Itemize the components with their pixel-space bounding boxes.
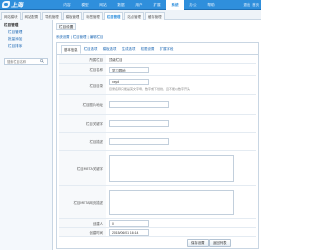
edit-category-panel: 基本信息 栏目选项 模板选项 生成选项 权限设置 扩展字段 所属栏目 顶级栏目 …: [56, 42, 259, 249]
tab-category-manage[interactable]: 栏目管理: [103, 12, 124, 20]
app-logo[interactable]: 上海: [2, 1, 48, 9]
tab-cache-manage[interactable]: 缓存管理: [144, 12, 165, 20]
meta-description-textarea[interactable]: [109, 190, 234, 215]
parent-value: 顶级栏目: [109, 57, 123, 62]
main-content: 栏目设置 系统设置 | 栏目管理 | 编辑栏目 基本信息 栏目选项 模板选项 生…: [54, 20, 261, 250]
top-nav-site[interactable]: 网站: [94, 0, 112, 10]
dir-input[interactable]: [109, 79, 149, 85]
form-row-image: 栏目图片地址: [59, 95, 256, 115]
top-nav-user[interactable]: 用户: [130, 0, 148, 10]
panel-tab-template[interactable]: 模板选项: [101, 45, 119, 54]
back-to-list-button[interactable]: 返回列表: [209, 239, 231, 247]
image-label: 栏目图片地址: [59, 95, 106, 114]
tab-site-manage[interactable]: 站点管理: [124, 12, 144, 20]
form-row-parent: 所属栏目 顶级栏目: [59, 55, 256, 64]
secondary-tab-bar: 网站模块 网站配置 导航管理 模板管理 标签管理 栏目管理 站点管理 缓存管理: [0, 10, 261, 20]
tab-template-manage[interactable]: 模板管理: [62, 12, 83, 20]
parent-label: 所属栏目: [59, 55, 106, 63]
logo-icon: [2, 1, 10, 8]
meta-description-label: 栏目META网页描述: [59, 186, 106, 218]
home-link[interactable]: 首页: [252, 0, 259, 10]
top-nav-menu: 内容 模型 网站 数据 用户 扩展 系统 办公 帮助: [58, 0, 220, 10]
form-row-dir: 栏目目录 目录名称只能是英文字母、数字或下划线，且不能以数字开头: [59, 76, 256, 95]
logo-text: 上海: [11, 2, 24, 9]
top-nav-extend[interactable]: 扩展: [148, 0, 166, 10]
tab-nav-manage[interactable]: 导航管理: [42, 12, 62, 20]
dir-hint: 目录名称只能是英文字母、数字或下划线，且不能以数字开头: [109, 87, 191, 91]
sidebar-item-category-manage[interactable]: 栏目管理: [8, 30, 22, 35]
top-nav-model[interactable]: 模型: [76, 0, 94, 10]
form-row-creator: 创建人: [59, 219, 256, 228]
sidebar-group-title[interactable]: 栏目管理: [4, 23, 18, 28]
top-nav-help[interactable]: 帮助: [202, 0, 220, 10]
tab-site-module[interactable]: 网站模块: [1, 12, 21, 20]
panel-tab-generate[interactable]: 生成选项: [120, 45, 138, 54]
module-title: 栏目设置: [56, 23, 77, 30]
top-right-links: 退出 首页: [243, 0, 259, 10]
description-label: 栏目描述: [59, 133, 106, 150]
form-row-created-at: 创建时间: [59, 228, 256, 237]
left-sidebar: 栏目管理 栏目管理 批量添加 栏目排序: [0, 20, 53, 250]
created-at-label: 创建时间: [59, 228, 106, 236]
name-input[interactable]: [109, 67, 149, 73]
top-navigation-bar: 上海 内容 模型 网站 数据 用户 扩展 系统 办公 帮助 退出 首页: [0, 0, 261, 10]
meta-keywords-label: 栏目META关键字: [59, 151, 106, 185]
panel-tab-permission[interactable]: 权限设置: [139, 45, 157, 54]
form-row-name: 栏目名称: [59, 64, 256, 76]
breadcrumb[interactable]: 系统设置 | 栏目管理 | 编辑栏目: [56, 34, 103, 40]
secondary-tabs: 网站模块 网站配置 导航管理 模板管理 标签管理 栏目管理 站点管理 缓存管理: [1, 12, 166, 20]
panel-tabs: 基本信息 栏目选项 模板选项 生成选项 权限设置 扩展字段: [61, 45, 177, 54]
form-row-keywords: 栏目关键字: [59, 115, 256, 133]
top-nav-data[interactable]: 数据: [112, 0, 130, 10]
top-nav-content[interactable]: 内容: [58, 0, 76, 10]
form-row-description: 栏目描述: [59, 133, 256, 151]
keywords-label: 栏目关键字: [59, 115, 106, 132]
tab-site-config[interactable]: 网站配置: [21, 12, 42, 20]
top-nav-office[interactable]: 办公: [184, 0, 202, 10]
top-nav-system[interactable]: 系统: [166, 0, 184, 10]
created-at-input[interactable]: [109, 229, 149, 236]
save-button[interactable]: 保存设置: [187, 239, 209, 247]
meta-keywords-textarea[interactable]: [109, 155, 234, 182]
form-row-meta-keywords: 栏目META关键字: [59, 151, 256, 186]
logout-link[interactable]: 退出: [243, 0, 250, 10]
search-icon[interactable]: [40, 59, 44, 63]
keywords-input[interactable]: [109, 120, 169, 127]
creator-input[interactable]: [109, 220, 149, 227]
panel-tab-extend[interactable]: 扩展字段: [158, 45, 176, 54]
description-input[interactable]: [109, 138, 169, 145]
panel-tab-options[interactable]: 栏目选项: [82, 45, 100, 54]
panel-tab-basic[interactable]: 基本信息: [61, 45, 81, 54]
creator-label: 创建人: [59, 219, 106, 227]
sidebar-item-batch-add[interactable]: 批量添加: [8, 37, 22, 42]
sidebar-item-category-sort[interactable]: 栏目排序: [8, 44, 22, 49]
name-label: 栏目名称: [59, 64, 106, 75]
dir-label: 栏目目录: [59, 76, 106, 94]
image-url-input[interactable]: [109, 101, 169, 108]
form-row-meta-description: 栏目META网页描述: [59, 186, 256, 219]
tab-tag-manage[interactable]: 标签管理: [83, 12, 103, 20]
